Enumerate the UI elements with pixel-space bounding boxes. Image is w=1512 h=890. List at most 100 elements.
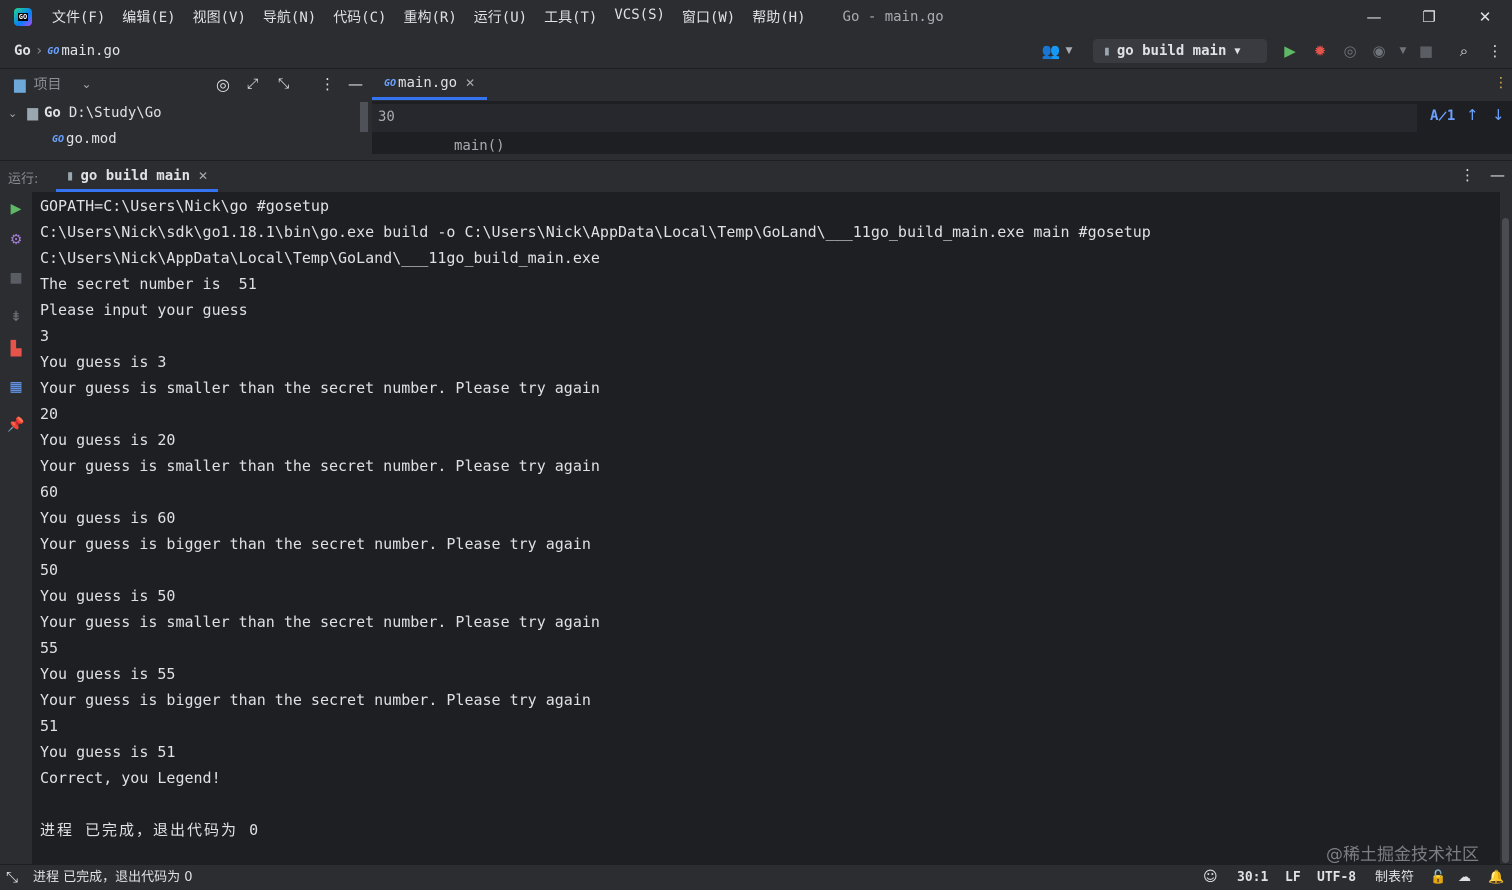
console-line: Correct, you Legend! (40, 769, 221, 787)
console-line: 50 (40, 561, 59, 579)
window-title: Go - main.go (842, 9, 944, 25)
folder-icon: ▆ (27, 105, 38, 121)
tree-item-go-mod[interactable]: GO go.mod (0, 126, 117, 152)
chevron-down-icon[interactable]: ▼ (1392, 40, 1414, 62)
options-icon[interactable]: ⋮ (320, 75, 335, 93)
tab-main-go[interactable]: GO main.go ✕ (372, 69, 488, 100)
ai-assistant-icon[interactable]: ☺ (1203, 865, 1218, 890)
current-line-highlight: 30 (372, 104, 1417, 132)
lock-icon[interactable]: 🔓 (1430, 865, 1446, 890)
close-tab-icon[interactable]: ✕ (465, 76, 475, 90)
menu-item[interactable]: 帮助(H) (752, 7, 805, 27)
project-tree: ⌄ ▆ Go D:\Study\Go GO go.mod (0, 99, 370, 153)
tree-file-name: go.mod (66, 131, 117, 147)
spellcheck-icon: A̷ (1430, 108, 1447, 124)
panel-splitter[interactable] (360, 102, 368, 132)
restore-icon[interactable]: ❐ (1404, 0, 1454, 34)
run-tab-label: go build main (80, 167, 191, 184)
run-side-toolbar: ▶ ⚙ ■ ⇟ ▙ ▦ 📌 (0, 192, 32, 864)
menu-item[interactable]: 代码(C) (333, 7, 386, 27)
collapse-all-icon[interactable]: ⤡ (278, 76, 289, 92)
tree-root-path: D:\Study\Go (68, 105, 162, 121)
indent-setting[interactable]: 制表符 (1375, 865, 1414, 890)
chevron-down-icon[interactable]: ▼ (1058, 40, 1080, 62)
console-scrollbar[interactable] (1502, 218, 1509, 863)
go-file-icon: GO (47, 45, 60, 57)
main-menu: 文件(F) 编辑(E) 视图(V) 导航(N) 代码(C) 重构(R) 运行(U) 工具(T)… (52, 7, 823, 27)
status-message[interactable]: 进程 已完成，退出代码为 0 (33, 865, 193, 890)
menu-item[interactable]: 视图(V) (193, 7, 246, 27)
menu-item[interactable]: 文件(F) (52, 7, 105, 27)
inspection-widget[interactable]: A̷1 (1430, 108, 1455, 124)
console-line: The secret number is 51 (40, 275, 257, 293)
settings-gear-icon[interactable]: ⚙ (7, 231, 25, 249)
profile-icon[interactable]: ◉ (1368, 40, 1390, 62)
folder-icon: ▆ (14, 75, 26, 93)
pin-icon[interactable]: 📌 (7, 416, 25, 434)
close-tab-icon[interactable]: ✕ (198, 169, 208, 183)
console-line: Please input your guess (40, 301, 248, 319)
breadcrumb: Go › GO main.go (14, 43, 120, 59)
coverage-icon[interactable]: ◎ (1339, 40, 1361, 62)
console-output[interactable]: GOPATH=C:\Users\Nick\go #gosetup C:\Users… (32, 192, 1500, 864)
go-file-icon: GO (384, 77, 397, 89)
menu-item[interactable]: 编辑(E) (122, 7, 175, 27)
line-number: 30 (378, 109, 395, 125)
expand-all-icon[interactable]: ⤢ (247, 76, 258, 92)
locate-icon[interactable]: ◎ (216, 75, 230, 94)
line-ending[interactable]: LF (1285, 865, 1301, 890)
chevron-down-icon: ▼ (1234, 45, 1241, 57)
caret-position[interactable]: 30:1 (1237, 865, 1268, 890)
menu-item[interactable]: 导航(N) (263, 7, 316, 27)
project-panel-title[interactable]: 项目 (34, 74, 62, 94)
rerun-icon[interactable]: ▶ (7, 200, 25, 218)
search-icon[interactable]: ⌕ (1453, 40, 1475, 62)
close-window-icon[interactable]: ✕ (1460, 0, 1510, 34)
tab-go-build-main[interactable]: ▮ go build main ✕ (56, 162, 219, 192)
notifications-bell-icon[interactable]: 🔔 (1488, 865, 1504, 890)
stop-icon[interactable]: ■ (7, 269, 25, 287)
previous-highlight-icon[interactable]: ↑ (1466, 106, 1479, 124)
tree-item-root[interactable]: ⌄ ▆ Go D:\Study\Go (0, 100, 162, 126)
run-config-selector[interactable]: ▮ go build main ▼ (1093, 39, 1267, 63)
tree-root-name: Go (44, 105, 61, 121)
run-options-icon[interactable]: ⋮ (1460, 166, 1475, 184)
stop-icon[interactable]: ■ (1415, 40, 1437, 62)
console-line: 20 (40, 405, 59, 423)
menu-item[interactable]: VCS(S) (614, 7, 665, 27)
menu-item[interactable]: 工具(T) (544, 7, 597, 27)
file-encoding[interactable]: UTF-8 (1317, 865, 1356, 890)
console-line: Your guess is smaller than the secret nu… (40, 379, 600, 397)
menu-item[interactable]: 重构(R) (403, 7, 456, 27)
minimize-icon[interactable]: — (1349, 0, 1399, 34)
code-editor[interactable]: 30 A̷1 ↑ ↓ main() (372, 102, 1512, 154)
debug-icon[interactable]: ✹ (1309, 40, 1331, 62)
run-config-icon: ▮ (66, 167, 75, 184)
run-icon[interactable]: ▶ (1279, 40, 1301, 62)
menu-item[interactable]: 运行(U) (474, 7, 527, 27)
chevron-down-icon[interactable]: ⌄ (82, 77, 92, 91)
function-breadcrumb[interactable]: main() (454, 138, 505, 154)
scroll-to-end-icon[interactable]: ⇟ (7, 308, 25, 326)
no-events-icon[interactable]: ⤡ (6, 865, 18, 890)
layout-icon[interactable]: ▦ (7, 378, 25, 396)
breadcrumb-file[interactable]: main.go (61, 43, 120, 59)
hide-panel-icon[interactable]: — (348, 75, 363, 93)
console-line: 3 (40, 327, 50, 345)
chevron-down-icon[interactable]: ⌄ (8, 107, 17, 120)
menu-item[interactable]: 窗口(W) (682, 7, 735, 27)
console-line: Your guess is bigger than the secret num… (40, 691, 591, 709)
console-line: You guess is 55 (40, 665, 176, 683)
more-icon[interactable]: ⋮ (1484, 40, 1506, 62)
clear-trash-icon[interactable]: ▙ (7, 340, 25, 358)
next-highlight-icon[interactable]: ↓ (1492, 106, 1505, 124)
editor-options-icon[interactable]: ⋮ (1494, 75, 1508, 91)
project-panel-header: ▆ 项目 ⌄ ◎ ⤢ ⤡ ⋮ — (0, 69, 370, 99)
watermark: @稀土掘金技术社区 (1326, 845, 1479, 865)
title-bar: GO 文件(F) 编辑(E) 视图(V) 导航(N) 代码(C) 重构(R) 运行(U) 工具… (0, 0, 1512, 34)
hide-panel-icon[interactable]: — (1490, 166, 1505, 184)
cloud-icon[interactable]: ☁ (1458, 865, 1471, 890)
breadcrumb-project[interactable]: Go (14, 43, 31, 59)
goland-logo-icon[interactable]: GO (14, 8, 32, 26)
status-bar: ⤡ 进程 已完成，退出代码为 0 ☺ 30:1 LF UTF-8 制表符 🔓 ☁… (0, 864, 1512, 890)
